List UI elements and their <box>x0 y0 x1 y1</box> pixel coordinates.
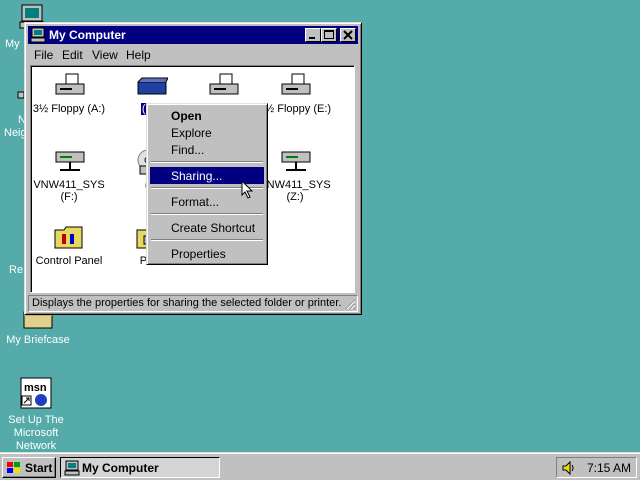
desktop-icon-msn[interactable]: msn Set Up The Microsoft Network <box>0 376 72 453</box>
svg-text:msn: msn <box>24 382 47 394</box>
menu-item-properties[interactable]: Properties <box>150 245 264 262</box>
drive-label: (F:) <box>60 191 78 203</box>
desktop-icon-label: Set Up The <box>8 414 64 426</box>
taskbar-button-my-computer[interactable]: My Computer <box>60 457 220 478</box>
system-tray: 7:15 AM <box>556 457 637 478</box>
window-titlebar[interactable]: My Computer <box>28 26 358 44</box>
start-button[interactable]: Start <box>2 457 56 478</box>
drive-f[interactable]: VNW411_SYS (F:) <box>31 148 109 203</box>
menu-separator <box>151 239 263 241</box>
clock[interactable]: 7:15 AM <box>587 461 631 475</box>
desktop-icon-label: Microsoft <box>13 427 59 439</box>
status-text: Displays the properties for sharing the … <box>32 297 342 309</box>
drive-label: (Z:) <box>286 191 304 203</box>
maximize-icon <box>324 30 334 39</box>
control-panel-folder[interactable]: Control Panel <box>31 222 109 267</box>
start-label: Start <box>25 461 53 475</box>
menu-item-label: Create Shortcut <box>171 221 256 235</box>
network-drive-icon <box>55 151 85 171</box>
menu-help[interactable]: Help <box>126 48 151 62</box>
taskbar: Start My Computer 7:15 AM <box>0 452 640 480</box>
menu-item-explore[interactable]: Explore <box>150 124 264 141</box>
menu-item-label: Open <box>171 109 202 123</box>
my-computer-icon <box>30 27 46 43</box>
windows-logo-icon <box>7 462 20 473</box>
floppy-drive-icon <box>281 73 311 95</box>
hard-drive-icon <box>137 77 168 95</box>
menu-item-label: Format... <box>171 195 220 209</box>
minimize-button[interactable] <box>305 28 321 42</box>
status-bar: Displays the properties for sharing the … <box>28 295 358 312</box>
menu-separator <box>151 213 263 215</box>
network-drive-icon <box>281 151 311 171</box>
my-computer-icon <box>64 460 80 476</box>
minimize-icon <box>309 37 315 39</box>
menu-item-create-shortcut[interactable]: Create Shortcut <box>150 219 264 236</box>
menu-item-find[interactable]: Find... <box>150 141 264 158</box>
window-title: My Computer <box>49 28 126 42</box>
menu-edit[interactable]: Edit <box>62 48 83 62</box>
mouse-cursor-icon <box>241 180 254 199</box>
menu-item-label: Sharing... <box>171 169 223 183</box>
desktop-icon-label: My Briefcase <box>6 334 70 346</box>
msn-icon: msn <box>20 377 52 409</box>
menu-separator <box>151 161 263 163</box>
close-icon <box>343 30 353 40</box>
maximize-button[interactable] <box>321 28 337 42</box>
drive-label: VNW411_SYS <box>33 179 105 191</box>
drive-a[interactable]: 3½ Floppy (A:) <box>31 72 109 115</box>
drive-label: VNW411_SYS <box>259 179 331 191</box>
item-label: Control Panel <box>35 255 103 267</box>
floppy-drive-icon <box>55 73 85 95</box>
taskbar-button-label: My Computer <box>82 461 159 475</box>
menu-item-label: Properties <box>171 247 226 261</box>
menu-item-label: Explore <box>171 126 212 140</box>
control-panel-icon <box>54 226 83 249</box>
close-button[interactable] <box>340 28 356 42</box>
menu-item-open[interactable]: Open <box>150 107 264 124</box>
resize-grip-icon[interactable] <box>344 298 356 310</box>
menu-item-label: Find... <box>171 143 205 157</box>
drive-label: 3½ Floppy (A:) <box>32 103 106 115</box>
volume-icon[interactable] <box>561 460 577 476</box>
menu-bar: File Edit View Help <box>28 45 358 63</box>
menu-view[interactable]: View <box>92 48 118 62</box>
floppy-drive-icon <box>209 73 239 95</box>
drive-d[interactable] <box>183 72 263 103</box>
drive-label: 3½ Floppy (E:) <box>258 103 332 115</box>
menu-file[interactable]: File <box>34 48 53 62</box>
